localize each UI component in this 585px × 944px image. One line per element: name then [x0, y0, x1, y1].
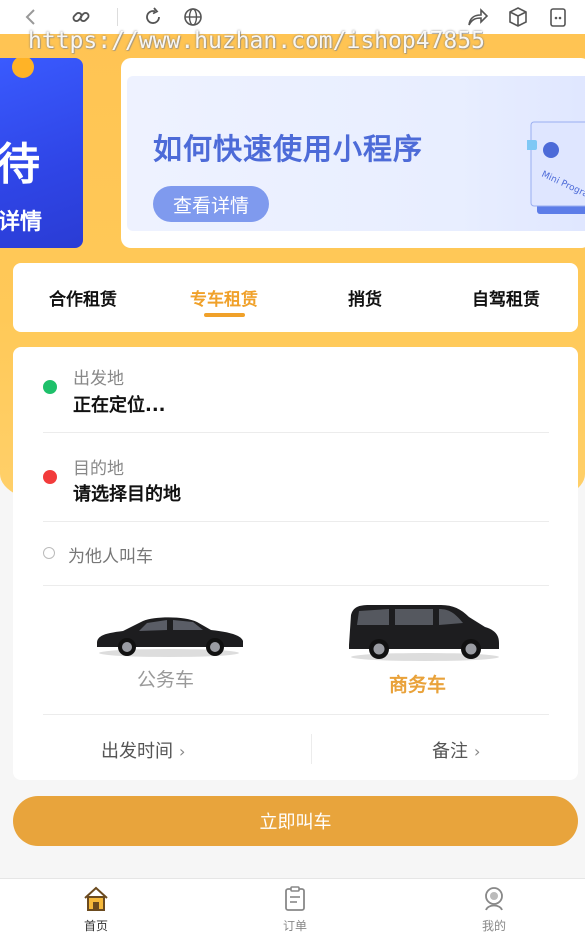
destination-label: 目的地	[73, 459, 124, 479]
nav-profile[interactable]: 我的	[454, 885, 534, 934]
mpv-car-icon	[349, 605, 499, 661]
divider	[43, 585, 549, 586]
nav-orders-label: 订单	[282, 919, 307, 933]
divider	[43, 521, 549, 522]
departure-time-label: 出发时间	[101, 741, 173, 762]
banner-title: 如何快速使用小程序	[153, 132, 424, 166]
departure-time-option[interactable]: 出发时间 ›	[101, 737, 185, 763]
call-for-others-label[interactable]: 为他人叫车	[68, 542, 153, 567]
book-illustration-icon: Mini Program	[527, 121, 585, 214]
sedan-car-icon	[97, 617, 243, 657]
nav-home-label: 首页	[83, 919, 108, 933]
booking-card: 出发地 正在定位... 目的地 请选择目的地 为他人叫车 公务车 商务车 出发时…	[13, 347, 578, 780]
remark-label: 备注	[432, 741, 468, 762]
destination-value[interactable]: 请选择目的地	[73, 480, 181, 506]
call-for-others-radio[interactable]	[43, 547, 55, 559]
view-details-button[interactable]: 查看详情	[153, 186, 269, 222]
banner-dot-decoration	[12, 58, 34, 78]
chevron-right-icon: ›	[179, 742, 186, 761]
remark-option[interactable]: 备注 ›	[432, 737, 480, 763]
destination-dot-icon	[43, 470, 57, 484]
watermark: https://www.huzhan.com/ishop47855	[28, 28, 485, 54]
divider	[43, 714, 549, 715]
departure-value[interactable]: 正在定位...	[73, 391, 166, 417]
chevron-right-icon: ›	[474, 742, 481, 761]
back-icon[interactable]	[18, 4, 44, 30]
banner-left-big-text: 待	[0, 139, 42, 190]
official-car-option[interactable]	[93, 609, 245, 663]
call-car-button[interactable]: 立即叫车	[13, 796, 578, 846]
business-car-option[interactable]	[345, 601, 503, 667]
category-tabs: 合作租赁 专车租赁 捎货 自驾租赁	[13, 263, 578, 332]
banner-left-card[interactable]: 待 详情	[0, 58, 83, 248]
globe-icon[interactable]	[180, 4, 206, 30]
home-icon	[84, 886, 108, 911]
nav-orders[interactable]: 订单	[255, 885, 335, 934]
order-icon	[285, 886, 305, 911]
banner-inner: 如何快速使用小程序 查看详情 Mini Program	[127, 76, 585, 231]
toolbar-divider	[117, 8, 118, 26]
link-icon[interactable]	[68, 4, 94, 30]
cube-icon[interactable]	[505, 4, 531, 30]
share-icon[interactable]	[464, 4, 490, 30]
tab-self-drive-rental[interactable]: 自驾租赁	[472, 285, 540, 310]
tab-private-car-rental[interactable]: 专车租赁	[190, 285, 258, 310]
divider	[43, 432, 549, 433]
departure-dot-icon	[43, 380, 57, 394]
tab-deliver-goods[interactable]: 捎货	[348, 285, 382, 310]
banner-card[interactable]: 如何快速使用小程序 查看详情 Mini Program	[121, 58, 585, 248]
more-icon[interactable]	[545, 4, 571, 30]
refresh-icon[interactable]	[140, 4, 166, 30]
nav-profile-label: 我的	[481, 919, 506, 933]
tab-cooperation-rental[interactable]: 合作租赁	[49, 285, 117, 310]
banner-left-detail-text: 详情	[0, 210, 43, 235]
departure-label: 出发地	[73, 369, 124, 389]
business-car-label[interactable]: 商务车	[389, 670, 446, 697]
profile-icon	[485, 887, 503, 911]
nav-home[interactable]: 首页	[56, 885, 136, 934]
option-separator	[311, 734, 312, 764]
bottom-nav: 首页 订单 我的	[0, 878, 585, 944]
official-car-label[interactable]: 公务车	[137, 665, 194, 692]
active-tab-indicator	[204, 313, 245, 317]
